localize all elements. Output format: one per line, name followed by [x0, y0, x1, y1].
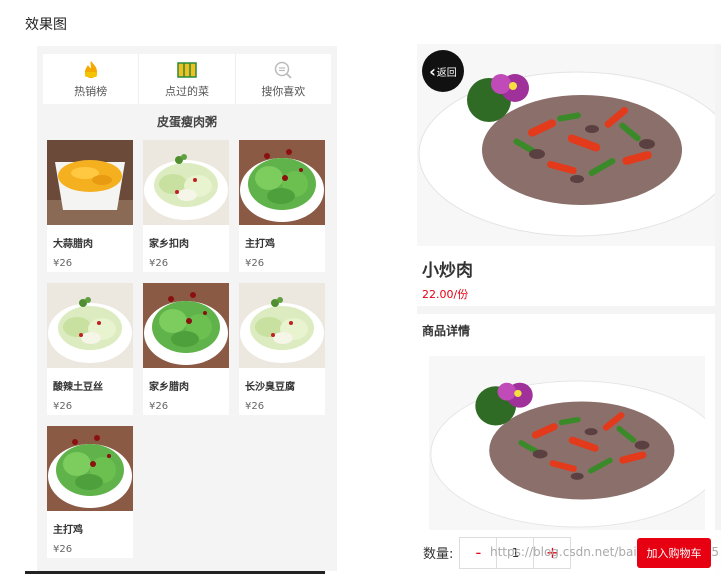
dish-card[interactable]: 酸辣土豆丝 ¥26: [47, 283, 133, 415]
dish-image: [47, 283, 133, 368]
back-button[interactable]: ‹ 返回: [422, 50, 464, 92]
dish-card[interactable]: 大蒜腊肉 ¥26: [47, 140, 133, 272]
product-price: 22.00/份: [422, 288, 469, 301]
dish-card[interactable]: 主打鸡 ¥26: [239, 140, 325, 272]
dish-price: ¥26: [149, 401, 169, 412]
dish-price: ¥26: [245, 258, 265, 269]
divider: [25, 571, 325, 574]
dish-image: [47, 140, 133, 225]
dish-image: [143, 140, 229, 225]
menu-panel: 热销榜 点过的菜 搜你喜欢 皮蛋瘦肉粥 大蒜腊肉 ¥26 家乡扣肉 ¥26 主打…: [37, 46, 337, 571]
menu-book-icon: [176, 60, 198, 80]
dish-card[interactable]: 家乡扣肉 ¥26: [143, 140, 229, 272]
add-to-cart-button[interactable]: 加入购物车: [637, 538, 711, 568]
dish-image: [143, 283, 229, 368]
dish-price: ¥26: [53, 258, 73, 269]
dish-image: [239, 283, 325, 368]
tab-search-favorites[interactable]: 搜你喜欢: [236, 54, 331, 104]
quantity-input[interactable]: [496, 537, 535, 568]
dish-price: ¥26: [245, 401, 265, 412]
dish-name: 长沙臭豆腐: [245, 382, 295, 393]
dish-card[interactable]: 主打鸡 ¥26: [47, 426, 133, 558]
dish-name: 大蒜腊肉: [53, 239, 93, 250]
quantity-stepper: - +: [459, 536, 572, 569]
quantity-label: 数量:: [423, 547, 454, 562]
dish-name: 酸辣土豆丝: [53, 382, 103, 393]
category-tab-bar: 热销榜 点过的菜 搜你喜欢: [43, 54, 331, 104]
tab-label: 点过的菜: [164, 84, 209, 98]
dish-name: 主打鸡: [53, 525, 83, 536]
dish-image: [239, 140, 325, 225]
dish-price: ¥26: [53, 544, 73, 555]
tab-label: 搜你喜欢: [261, 84, 306, 98]
back-label: 返回: [436, 67, 457, 79]
increment-button[interactable]: +: [534, 537, 571, 568]
decrement-button[interactable]: -: [460, 537, 497, 568]
tab-hot-list[interactable]: 热销榜: [43, 54, 140, 104]
page-heading: 效果图: [25, 17, 67, 33]
detail-title: 商品详情: [422, 324, 471, 338]
section-title: 皮蛋瘦肉粥: [156, 115, 217, 129]
tab-ordered-dishes[interactable]: 点过的菜: [139, 54, 236, 104]
dish-price: ¥26: [149, 258, 169, 269]
product-name: 小炒肉: [422, 261, 473, 281]
fire-hot-icon: [80, 60, 102, 80]
dish-price: ¥26: [53, 401, 73, 412]
dish-name: 家乡腊肉: [149, 382, 189, 393]
detail-image: [429, 356, 705, 536]
dish-card[interactable]: 家乡腊肉 ¥26: [143, 283, 229, 415]
dish-card[interactable]: 长沙臭豆腐 ¥26: [239, 283, 325, 415]
dish-grid: 大蒜腊肉 ¥26 家乡扣肉 ¥26 主打鸡 ¥26 酸辣土豆丝 ¥26 家乡腊肉…: [47, 140, 333, 558]
chevron-left-icon: ‹: [429, 61, 436, 81]
search-icon: [272, 60, 294, 80]
product-info: 小炒肉 22.00/份: [417, 246, 715, 306]
dish-name: 家乡扣肉: [149, 239, 189, 250]
tab-label: 热销榜: [74, 84, 108, 98]
product-detail-panel: ‹ 返回 小炒肉 22.00/份 商品详情: [417, 44, 721, 575]
dish-name: 主打鸡: [245, 239, 275, 250]
dish-image: [47, 426, 133, 511]
